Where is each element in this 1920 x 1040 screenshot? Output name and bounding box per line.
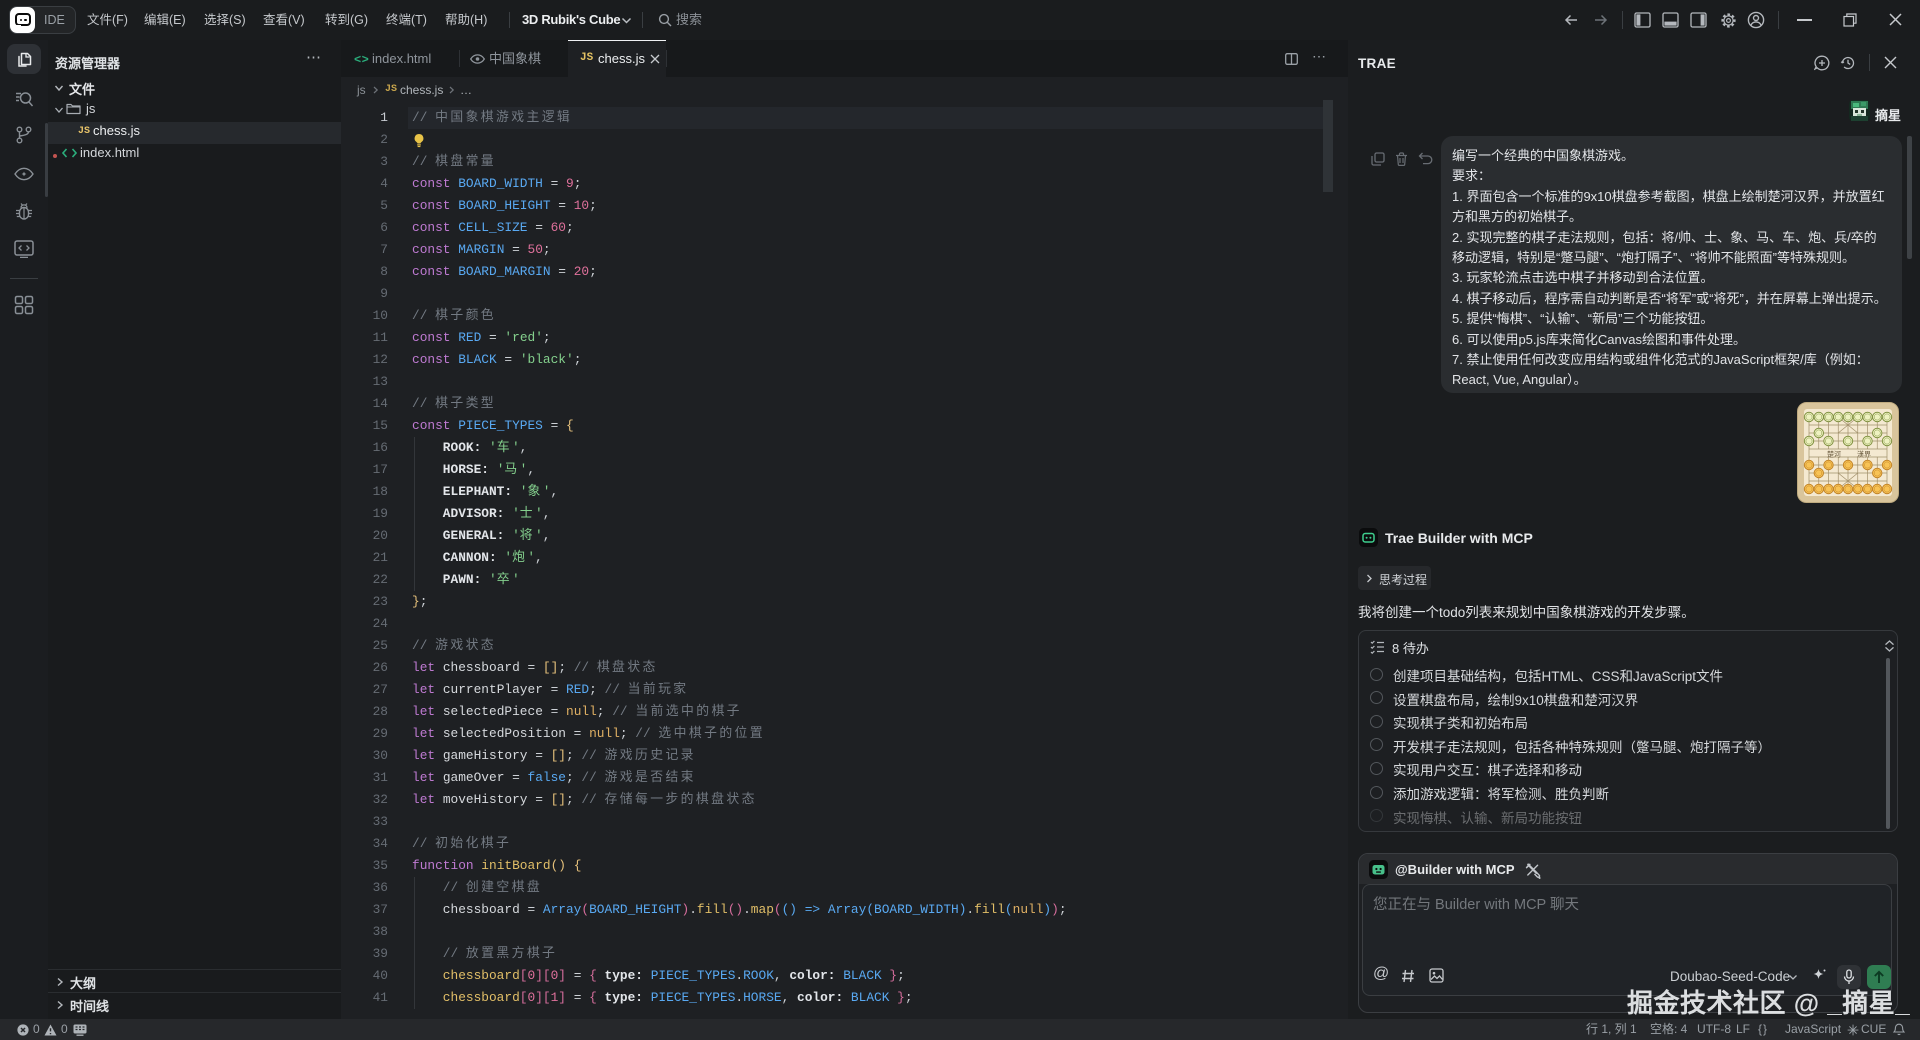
svg-text:漢界: 漢界	[1857, 450, 1871, 459]
svg-text:楚河: 楚河	[1827, 450, 1841, 459]
